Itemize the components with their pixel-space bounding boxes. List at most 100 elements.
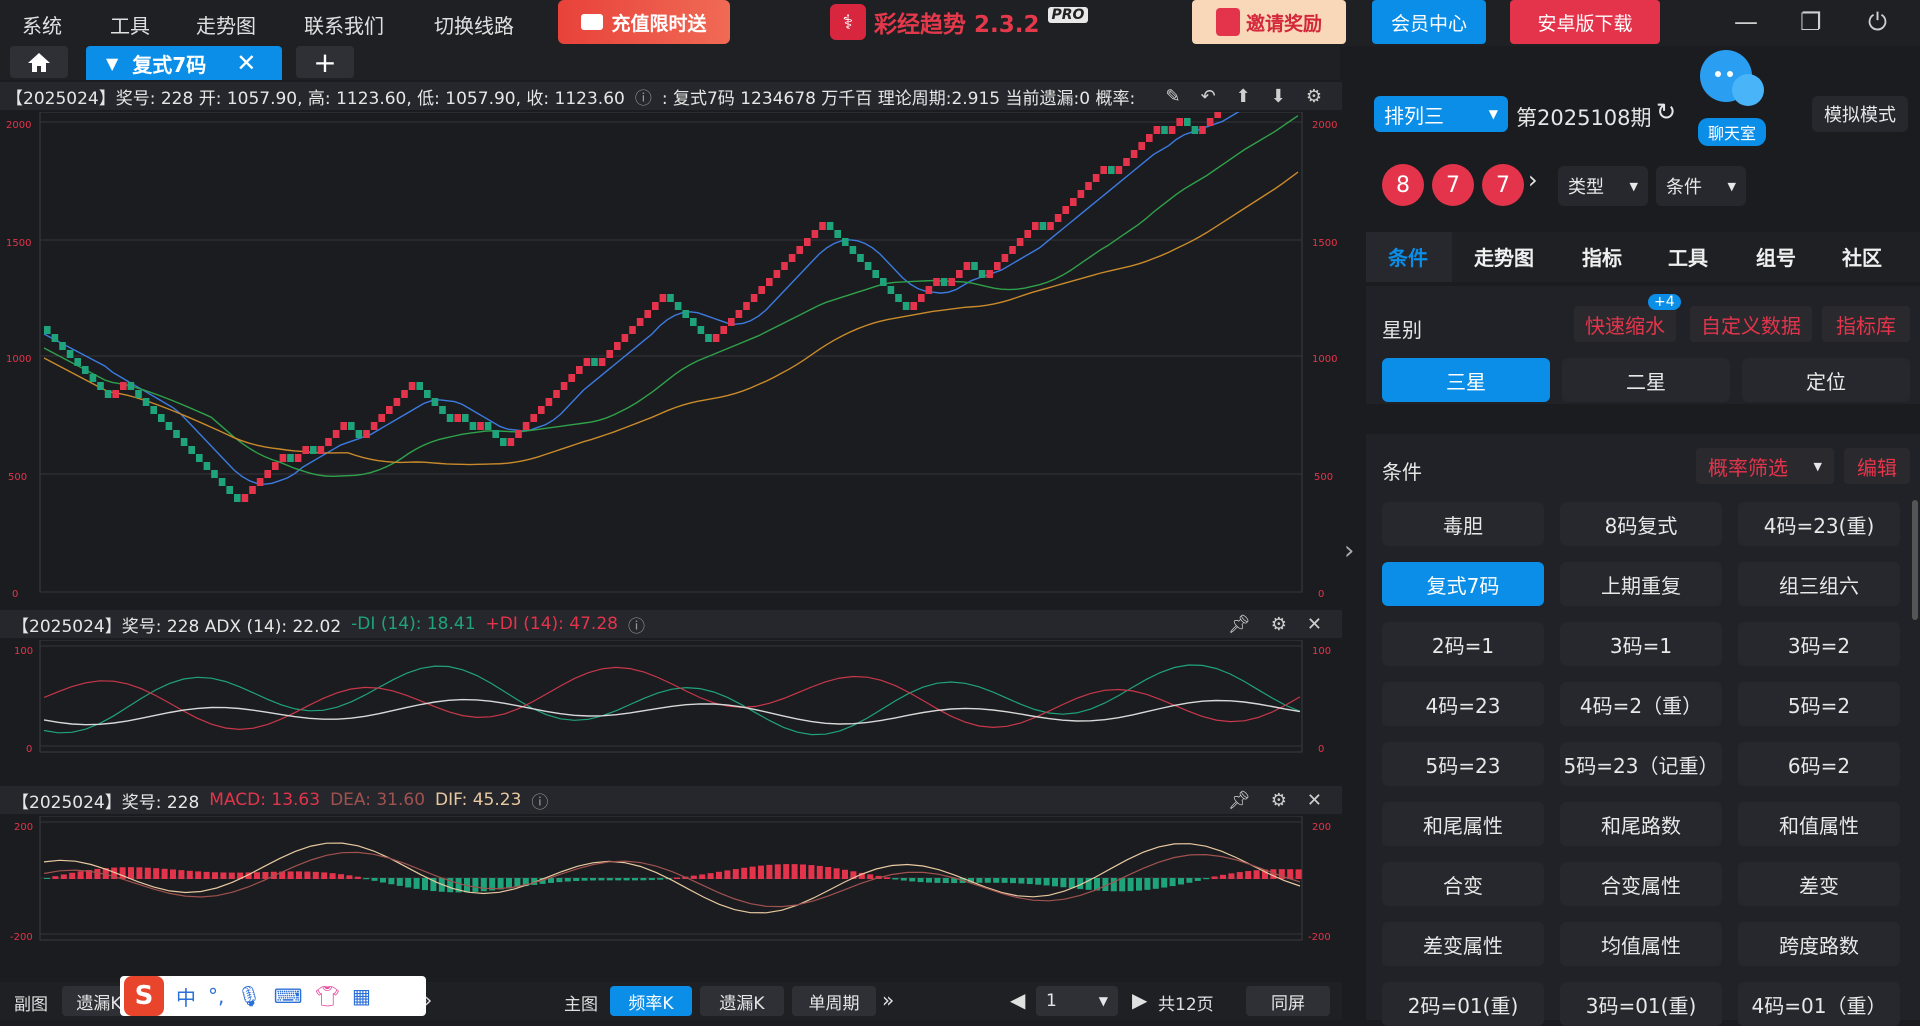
indicator-lib-button[interactable]: 指标库 [1822,306,1910,342]
chevron-right-icon[interactable]: › [1528,166,1538,194]
condition-button[interactable]: 和尾属性 [1382,802,1544,846]
macd-chart[interactable]: 200 -200 200 -200 [0,816,1342,946]
edit-button[interactable]: 编辑 [1844,448,1910,484]
freq-k-button[interactable]: 频率K [610,986,692,1016]
nav-tab-combo[interactable]: 组号 [1756,242,1796,271]
condition-button[interactable]: 4码=23 [1382,682,1544,726]
condition-button[interactable]: 毒胆 [1382,502,1544,546]
home-tab[interactable] [10,46,68,78]
condition-button[interactable]: 3码=1 [1560,622,1722,666]
menu-tools[interactable]: 工具 [110,10,150,39]
prob-filter-select[interactable]: 概率筛选 ▼ [1696,448,1834,484]
macd-histogram-bar [758,865,764,879]
condition-button[interactable]: 合变 [1382,862,1544,906]
sync-screen-button[interactable]: 同屏 [1246,986,1330,1016]
settings-icon[interactable]: ⚙ [1271,614,1287,635]
condition-button[interactable]: 上期重复 [1560,562,1722,606]
microphone-icon[interactable]: 🎙︎ [236,984,261,1008]
more-icon[interactable]: » [882,988,894,1012]
condition-button[interactable]: 均值属性 [1560,922,1722,966]
close-icon[interactable]: ✕ [236,49,256,77]
next-page-icon[interactable]: ▶ [1132,988,1147,1012]
lottery-select[interactable]: 排列三 ▼ [1374,96,1508,132]
draw-icon[interactable]: ✎ [1165,86,1180,107]
condition-button[interactable]: 合变属性 [1560,862,1722,906]
invite-reward-button[interactable]: 邀请奖励 [1192,0,1346,44]
condition-button[interactable]: 和尾路数 [1560,802,1722,846]
keyboard-icon[interactable]: ⌨ [274,984,303,1008]
condition-button[interactable]: 和值属性 [1738,802,1900,846]
condition-button[interactable]: 5码=2 [1738,682,1900,726]
undo-icon[interactable]: ↶ [1201,86,1216,107]
ime-toolbar[interactable]: S 中 °, 🎙︎ ⌨ 👕︎ ▦ [120,976,426,1016]
collapse-panel-icon[interactable]: › [1344,536,1354,566]
menu-trend[interactable]: 走势图 [196,10,256,39]
power-icon[interactable]: ⏻ [1868,8,1887,36]
quick-shrink-button[interactable]: 快速缩水 [1574,306,1676,342]
condition-button[interactable]: 5码=23（记重） [1560,742,1722,786]
star-position[interactable]: 定位 [1742,358,1910,402]
help-icon[interactable]: ⓘ [628,612,645,637]
nav-tab-trend[interactable]: 走势图 [1474,242,1534,271]
member-center-button[interactable]: 会员中心 [1372,0,1486,44]
refresh-icon[interactable]: ↻ [1656,98,1676,126]
condition-select[interactable]: 条件 ▼ [1656,166,1746,206]
ime-punct[interactable]: °, [208,984,224,1008]
menu-system[interactable]: 系统 [22,10,62,39]
menu-switch-line[interactable]: 切换线路 [434,10,514,39]
condition-button[interactable]: 4码=23(重) [1738,502,1900,546]
condition-button[interactable]: 复式7码 [1382,562,1544,606]
miss-k-button[interactable]: 遗漏K [700,986,784,1016]
page-select[interactable]: 1 ▼ [1036,986,1118,1016]
condition-button[interactable]: 差变属性 [1382,922,1544,966]
close-icon[interactable]: ✕ [1307,614,1322,635]
ime-lang[interactable]: 中 [176,982,196,1011]
nav-tab-community[interactable]: 社区 [1842,242,1882,271]
condition-button[interactable]: 2码=01(重) [1382,982,1544,1026]
recharge-promo-button[interactable]: 充值限时送 [558,0,730,44]
star-three[interactable]: 三星 [1382,358,1550,402]
condition-button[interactable]: 组三组六 [1738,562,1900,606]
main-kline-chart[interactable]: 2000 1500 1000 500 0 2000 1500 1000 500 … [0,112,1342,612]
nav-tab-conditions[interactable]: 条件 [1388,242,1428,271]
condition-button[interactable]: 3码=2 [1738,622,1900,666]
tab-compound-7[interactable]: ▼ 复式7码 ✕ [86,46,282,80]
minimize-icon[interactable]: — [1734,8,1758,36]
prev-page-icon[interactable]: ◀ [1010,988,1025,1012]
condition-button[interactable]: 5码=23 [1382,742,1544,786]
condition-button[interactable]: 6码=2 [1738,742,1900,786]
condition-button[interactable]: 3码=01(重) [1560,982,1722,1026]
pin-icon[interactable]: 📌︎ [1228,614,1251,635]
simulate-mode-button[interactable]: 模拟模式 [1812,96,1908,132]
down-icon[interactable]: ⬇ [1271,86,1286,107]
condition-button[interactable]: 跨度路数 [1738,922,1900,966]
nav-tab-indicator[interactable]: 指标 [1582,242,1622,271]
custom-data-button[interactable]: 自定义数据 [1690,306,1812,342]
menu-contact[interactable]: 联系我们 [304,10,384,39]
scrollbar[interactable] [1912,500,1918,620]
condition-button[interactable]: 2码=1 [1382,622,1544,666]
shirt-icon[interactable]: 👕︎ [315,984,340,1008]
condition-button[interactable]: 8码复式 [1560,502,1722,546]
condition-button[interactable]: 差变 [1738,862,1900,906]
up-icon[interactable]: ⬆ [1236,86,1251,107]
type-select[interactable]: 类型 ▼ [1558,166,1648,206]
condition-button[interactable]: 4码=01（重） [1738,982,1900,1026]
ime-logo[interactable]: S [124,976,164,1016]
android-download-button[interactable]: 安卓版下载 [1510,0,1660,44]
nav-tab-tools[interactable]: 工具 [1668,242,1708,271]
help-icon[interactable]: ⓘ [635,84,652,109]
apps-icon[interactable]: ▦ [352,984,371,1008]
chat-room[interactable]: 聊天室 [1696,46,1776,146]
settings-icon[interactable]: ⚙ [1306,86,1322,107]
star-two[interactable]: 二星 [1562,358,1730,402]
add-tab-button[interactable]: + [296,46,354,79]
restore-icon[interactable]: ❐ [1800,8,1822,36]
condition-button[interactable]: 4码=2（重） [1560,682,1722,726]
single-period-button[interactable]: 单周期 [792,986,876,1016]
settings-icon[interactable]: ⚙ [1271,790,1287,811]
close-icon[interactable]: ✕ [1307,790,1322,811]
adx-chart[interactable]: 100 0 100 0 [0,640,1342,758]
pin-icon[interactable]: 📌︎ [1228,790,1251,811]
help-icon[interactable]: ⓘ [531,788,548,813]
